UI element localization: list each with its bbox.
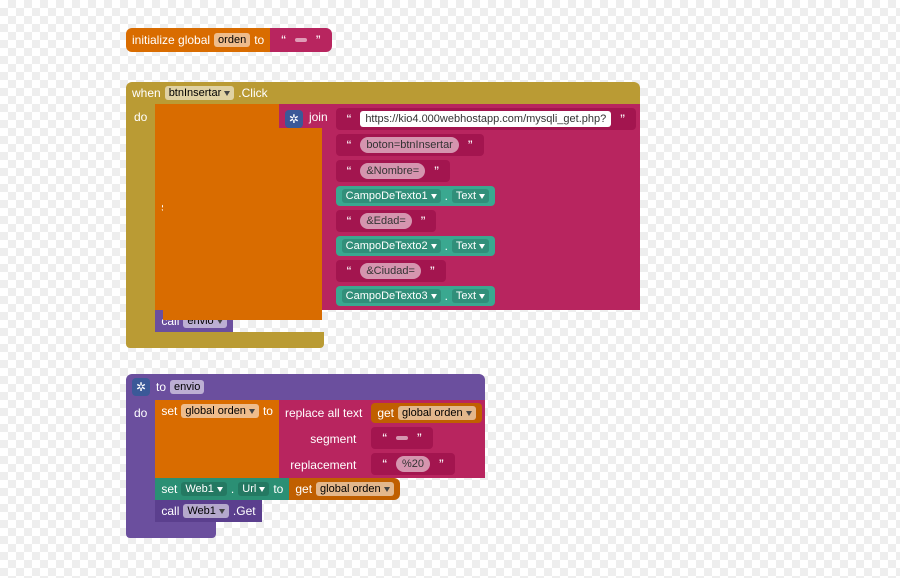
event-name: .Click [238, 86, 267, 100]
quote-icon: “ [377, 456, 392, 472]
proc-bottom-cap [126, 522, 216, 538]
join-string-1[interactable]: “ https://kio4.000webhostapp.com/mysqli_… [336, 108, 636, 130]
get-label: get [377, 406, 394, 420]
get-var-dropdown[interactable]: global orden [316, 482, 394, 496]
init-label: initialize global [132, 33, 210, 47]
join-text-5[interactable]: &Ciudad= [360, 263, 421, 279]
set-var-dropdown[interactable]: global orden [181, 404, 259, 418]
dot: . [445, 239, 448, 253]
event-do-gutter: do [126, 104, 155, 332]
quote-icon: “ [342, 137, 357, 153]
dot: . [231, 482, 234, 496]
get-var-dropdown[interactable]: global orden [398, 406, 476, 420]
quote-icon: ” [412, 430, 427, 446]
get-global-orden[interactable]: get global orden [371, 403, 481, 423]
replacement-value[interactable]: “ %20 ” [371, 453, 454, 475]
quote-icon: “ [342, 263, 357, 279]
join-text-4[interactable]: &Edad= [360, 213, 411, 229]
join-prop-1[interactable]: CampoDeTexto1 . Text [336, 186, 495, 206]
segment-text[interactable] [396, 436, 408, 440]
join-string-4[interactable]: “ &Edad= ” [336, 210, 437, 232]
web-comp-dropdown[interactable]: Web1 [181, 482, 227, 496]
join-items: “ https://kio4.000webhostapp.com/mysqli_… [334, 104, 640, 310]
call-web1-get[interactable]: call Web1 .Get [155, 500, 261, 522]
join-string-5[interactable]: “ &Ciudad= ” [336, 260, 446, 282]
quote-icon: ” [311, 32, 326, 48]
do-label: do [134, 406, 147, 420]
set-global-orden-2[interactable]: set global orden to [155, 400, 279, 478]
quote-icon: ” [416, 213, 431, 229]
init-value-string[interactable]: “ ” [270, 28, 331, 52]
call-method: .Get [233, 504, 256, 518]
init-value-input[interactable] [295, 38, 307, 42]
prop-name-dropdown[interactable]: Text [452, 289, 489, 303]
join-prop-2[interactable]: CampoDeTexto2 . Text [336, 236, 495, 256]
init-var-dropdown[interactable]: orden [214, 33, 250, 47]
prop-name-dropdown[interactable]: Text [452, 239, 489, 253]
call-comp-dropdown[interactable]: Web1 [183, 504, 229, 518]
dot: . [445, 189, 448, 203]
prop-comp-dropdown[interactable]: CampoDeTexto2 [342, 239, 441, 253]
quote-icon: “ [342, 213, 357, 229]
gear-icon[interactable]: ✲ [285, 110, 303, 128]
quote-icon: ” [434, 456, 449, 472]
event-bottom-cap [126, 332, 324, 348]
do-label: do [134, 110, 147, 124]
quote-icon: “ [377, 430, 392, 446]
set-web1-url-row[interactable]: set Web1 . Url to get global orden [155, 478, 484, 500]
set-label: set [161, 404, 177, 418]
dot: . [445, 289, 448, 303]
set-web1-url[interactable]: set Web1 . Url to [155, 478, 289, 500]
proc-name-dropdown[interactable]: envio [170, 380, 204, 394]
replace-all-text-block[interactable]: replace all text segment replacement [279, 400, 368, 478]
join-string-3[interactable]: “ &Nombre= ” [336, 160, 450, 182]
quote-icon: “ [342, 163, 357, 179]
when-label: when [132, 86, 161, 100]
init-global-block[interactable]: initialize global orden to [126, 28, 270, 52]
join-label: join [309, 110, 328, 124]
quote-icon: ” [463, 137, 478, 153]
set-label: set [161, 482, 177, 496]
quote-icon: ” [615, 111, 630, 127]
prop-comp-dropdown[interactable]: CampoDeTexto1 [342, 189, 441, 203]
proc-def-hat[interactable]: ✲ to envio [126, 374, 485, 400]
replacement-label: replacement [290, 458, 362, 472]
init-to: to [254, 33, 264, 47]
replace-label: replace all text [285, 406, 362, 420]
join-text-1[interactable]: https://kio4.000webhostapp.com/mysqli_ge… [360, 111, 611, 127]
call-label: call [161, 504, 179, 518]
set-to: to [273, 482, 283, 496]
segment-value[interactable]: “ ” [371, 427, 432, 449]
event-component-dropdown[interactable]: btnInsertar [165, 86, 235, 100]
prop-comp-dropdown[interactable]: CampoDeTexto3 [342, 289, 441, 303]
join-string-2[interactable]: “ boton=btnInsertar ” [336, 134, 484, 156]
get-label: get [295, 482, 312, 496]
set-orden-replace-row[interactable]: set global orden to replace all text seg… [155, 400, 484, 478]
quote-icon: “ [342, 111, 357, 127]
call-web1-get-row[interactable]: call Web1 .Get [155, 500, 484, 522]
proc-do-gutter: do [126, 400, 155, 522]
join-prop-3[interactable]: CampoDeTexto3 . Text [336, 286, 495, 306]
replacement-text[interactable]: %20 [396, 456, 430, 472]
segment-label: segment [310, 432, 362, 446]
event-when-hat[interactable]: when btnInsertar .Click [126, 82, 640, 104]
set-to: to [263, 404, 273, 418]
quote-icon: ” [429, 163, 444, 179]
join-text-3[interactable]: &Nombre= [360, 163, 425, 179]
gear-icon[interactable]: ✲ [132, 378, 150, 396]
prop-name-dropdown[interactable]: Text [452, 189, 489, 203]
get-global-orden-2[interactable]: get global orden [289, 478, 399, 500]
quote-icon: “ [276, 32, 291, 48]
proc-to-label: to [156, 380, 166, 394]
web-prop-dropdown[interactable]: Url [238, 482, 269, 496]
join-text-2[interactable]: boton=btnInsertar [360, 137, 459, 153]
quote-icon: ” [425, 263, 440, 279]
